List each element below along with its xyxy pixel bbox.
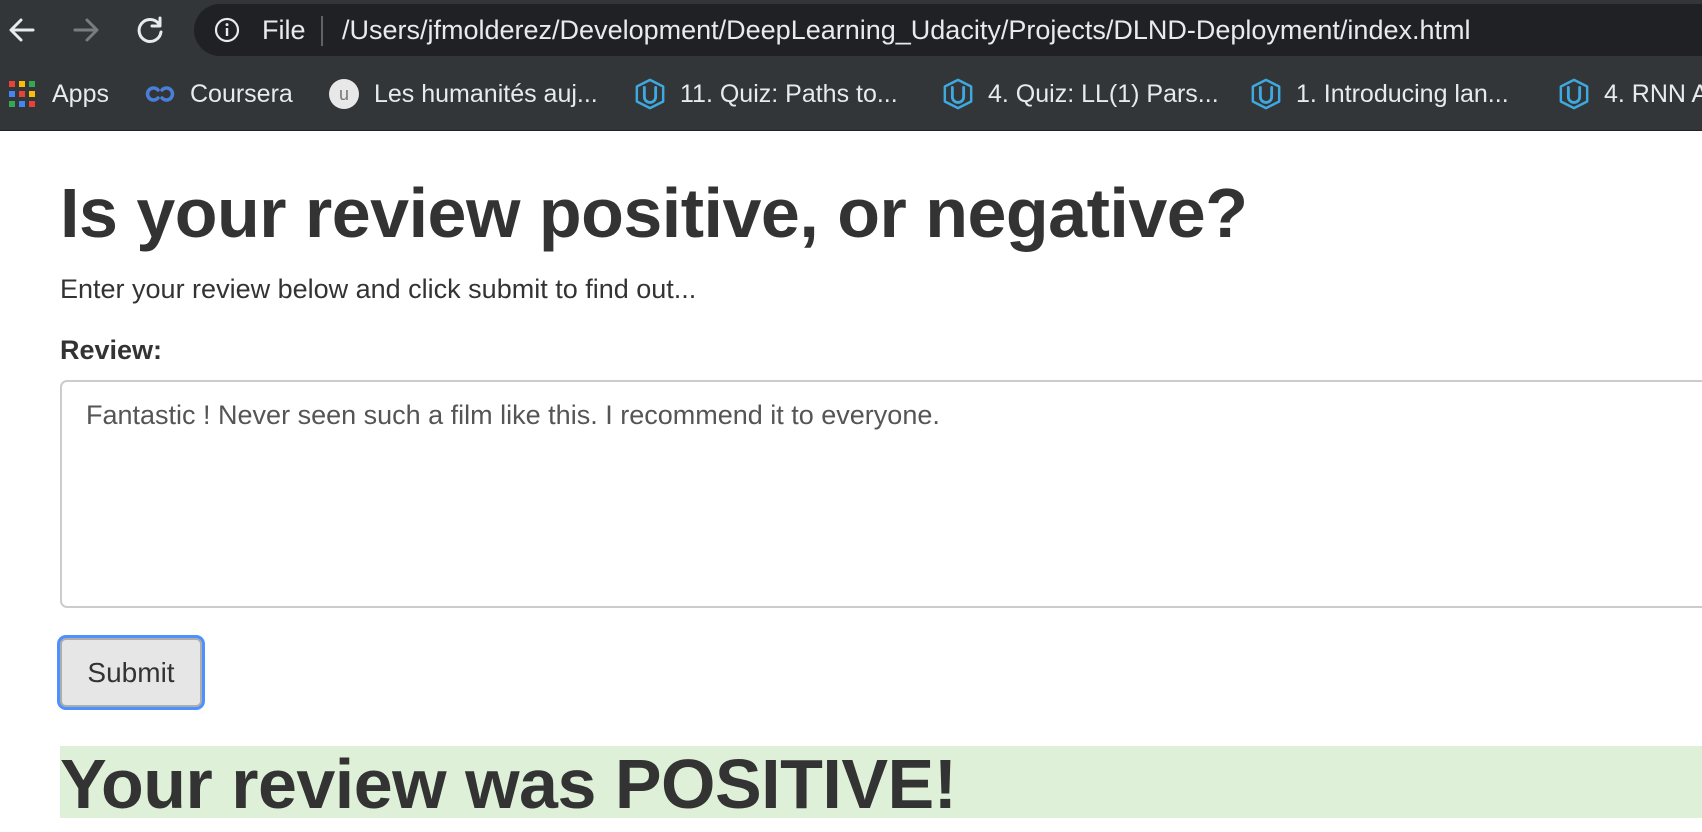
bookmark-label: Coursera	[190, 79, 293, 108]
info-icon[interactable]	[214, 17, 240, 43]
udacity-icon	[942, 78, 974, 110]
reload-icon	[137, 16, 163, 43]
review-textarea[interactable]: Fantastic ! Never seen such a film like …	[60, 380, 1702, 608]
svg-text:u: u	[339, 84, 349, 104]
bookmarks-bar: Apps Coursera u Les humanités auj... 11.…	[0, 60, 1702, 131]
udacity-icon	[634, 78, 666, 110]
arrow-right-icon	[73, 18, 99, 42]
bookmark-coursera[interactable]: Coursera	[144, 74, 293, 114]
coursera-icon	[144, 78, 176, 110]
udemy-u-icon: u	[328, 78, 360, 110]
url-text[interactable]: /Users/jfmolderez/Development/DeepLearni…	[342, 15, 1471, 45]
bookmark-quiz-ll1[interactable]: 4. Quiz: LL(1) Pars...	[942, 74, 1219, 114]
browser-toolbar: File /Users/jfmolderez/Development/DeepL…	[0, 0, 1702, 60]
forward-button[interactable]	[66, 10, 106, 50]
bookmark-quiz-paths[interactable]: 11. Quiz: Paths to...	[634, 74, 898, 114]
review-label: Review:	[60, 335, 163, 365]
arrow-left-icon	[9, 18, 35, 42]
address-bar[interactable]: File /Users/jfmolderez/Development/DeepL…	[194, 4, 1702, 56]
page-content: Is your review positive, or negative? En…	[0, 132, 1702, 832]
page-title: Is your review positive, or negative?	[60, 174, 1248, 252]
back-button[interactable]	[2, 10, 42, 50]
udacity-icon	[1250, 78, 1282, 110]
apps-grid-icon	[6, 78, 38, 110]
reload-button[interactable]	[130, 10, 170, 50]
bookmark-introducing[interactable]: 1. Introducing lan...	[1250, 74, 1509, 114]
bookmark-label: 11. Quiz: Paths to...	[680, 79, 898, 108]
address-divider	[321, 16, 323, 46]
bookmark-label: 1. Introducing lan...	[1296, 79, 1509, 108]
submit-button[interactable]: Submit	[60, 638, 202, 707]
bookmark-apps[interactable]: Apps	[6, 74, 109, 114]
bookmark-label: Les humanités auj...	[374, 79, 598, 108]
bookmark-label: 4. RNN A	[1604, 79, 1702, 108]
bookmark-les-humanites[interactable]: u Les humanités auj...	[328, 74, 598, 114]
bookmark-label: Apps	[52, 79, 109, 108]
result-banner: Your review was POSITIVE!	[60, 745, 1702, 823]
udacity-icon	[1558, 78, 1590, 110]
bookmark-label: 4. Quiz: LL(1) Pars...	[988, 79, 1219, 108]
page-lead: Enter your review below and click submit…	[60, 274, 697, 304]
result-text: Your review was POSITIVE!	[60, 745, 957, 823]
bookmark-rnn[interactable]: 4. RNN A	[1558, 74, 1702, 114]
site-scheme-label[interactable]: File	[262, 15, 306, 45]
